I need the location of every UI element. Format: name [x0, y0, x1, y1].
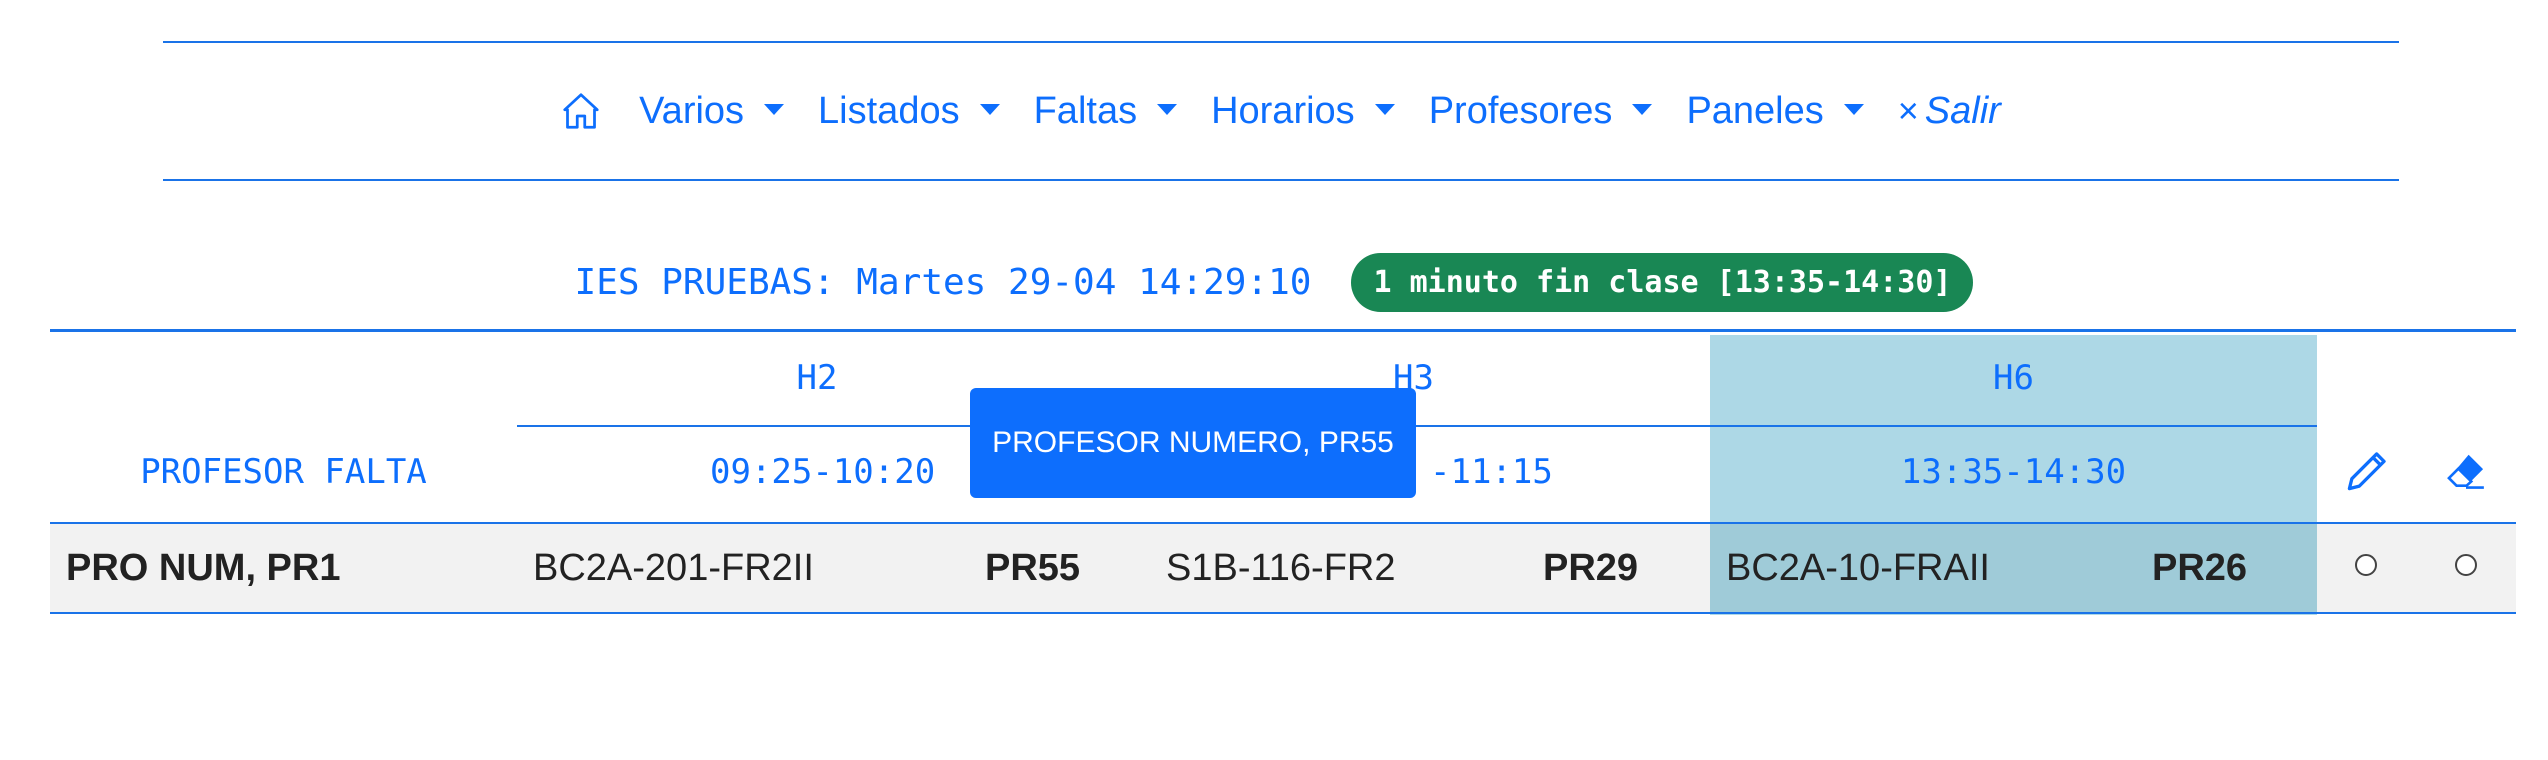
- caret-down-icon: [1157, 103, 1178, 115]
- cell-code-h6[interactable]: PR26: [2152, 524, 2247, 612]
- cell-group-h3: S1B-116-FR2: [1166, 546, 1396, 589]
- navbar: Varios Listados Faltas Horarios Profesor…: [163, 41, 2399, 181]
- nav-paneles[interactable]: Paneles: [1686, 89, 1864, 133]
- nav-horarios[interactable]: Horarios: [1211, 90, 1395, 133]
- cell-code-h3[interactable]: PR29: [1543, 524, 1638, 612]
- status-bar: IES PRUEBAS: Martes 29-04 14:29:10 1 min…: [0, 250, 2548, 314]
- caret-down-icon: [1843, 103, 1864, 115]
- edit-radio[interactable]: [2355, 554, 2377, 576]
- header-time-h2: 09:25-10:20: [710, 452, 936, 492]
- status-badge: 1 minuto fin clase [13:35-14:30]: [1351, 252, 1974, 312]
- nav-menu: Varios Listados Faltas Horarios Profesor…: [163, 43, 2399, 179]
- close-icon: ×: [1897, 90, 1919, 131]
- caret-down-icon: [1632, 103, 1653, 115]
- eraser-icon[interactable]: [2444, 450, 2488, 492]
- nav-listados[interactable]: Listados: [818, 90, 1000, 133]
- header-divider: [517, 425, 2317, 427]
- nav-faltas-label: Faltas: [1033, 89, 1138, 132]
- nav-horarios-label: Horarios: [1211, 89, 1355, 132]
- house-icon: [563, 93, 599, 129]
- profesor-name: PRO NUM, PR1: [66, 546, 341, 589]
- nav-paneles-label: Paneles: [1686, 89, 1824, 132]
- caret-down-icon: [764, 103, 785, 115]
- pencil-icon[interactable]: [2345, 449, 2389, 493]
- status-text: IES PRUEBAS: Martes 29-04 14:29:10: [574, 261, 1312, 303]
- cell-group-h2: BC2A-201-FR2II: [533, 546, 814, 589]
- erase-radio[interactable]: [2455, 554, 2477, 576]
- caret-down-icon: [979, 103, 1000, 115]
- home-link[interactable]: [561, 91, 605, 131]
- header-time-h3: -11:15: [1430, 452, 1553, 492]
- salir-link[interactable]: × Salir: [1898, 90, 2001, 133]
- nav-profesores-label: Profesores: [1428, 89, 1613, 132]
- caret-down-icon: [1374, 103, 1395, 115]
- table-row: PRO NUM, PR1 BC2A-201-FR2II PR55 S1B-116…: [50, 522, 2516, 614]
- nav-listados-label: Listados: [818, 89, 960, 132]
- nav-varios-label: Varios: [639, 89, 745, 132]
- header-profesor-falta: PROFESOR FALTA: [140, 452, 427, 492]
- nav-faltas[interactable]: Faltas: [1033, 89, 1178, 133]
- tooltip: PROFESOR NUMERO, PR55: [970, 388, 1416, 498]
- header-hour-h6: H6: [1993, 358, 2034, 398]
- cell-code-h2[interactable]: PR55: [985, 524, 1080, 612]
- header-time-h6: 13:35-14:30: [1900, 452, 2127, 492]
- cell-group-h6: BC2A-10-FRAII: [1726, 546, 1990, 589]
- salir-label: Salir: [1924, 89, 2001, 132]
- nav-profesores[interactable]: Profesores: [1429, 90, 1653, 133]
- nav-varios[interactable]: Varios: [639, 89, 785, 133]
